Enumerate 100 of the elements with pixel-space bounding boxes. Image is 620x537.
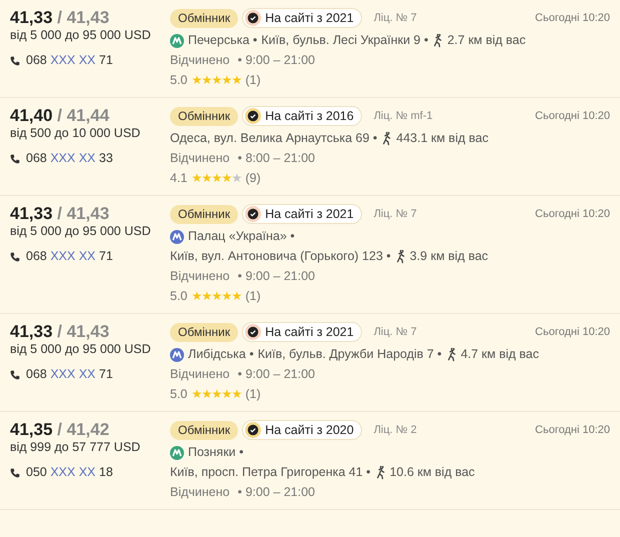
star-icon: ★ bbox=[201, 289, 212, 303]
star-icon: ★ bbox=[221, 289, 232, 303]
verified-tag: На сайті з 2021 bbox=[242, 322, 362, 342]
walking-person-icon bbox=[381, 132, 392, 146]
rating-value: 5.0 bbox=[170, 387, 188, 402]
open-status: Відчинено bbox=[170, 53, 230, 68]
amount-range: від 5 000 до 95 000 USD bbox=[10, 224, 152, 239]
update-time: Сьогодні 10:20 bbox=[535, 108, 610, 124]
opening-hours: • 9:00 – 21:00 bbox=[238, 367, 315, 382]
star-icon: ★ bbox=[191, 171, 202, 185]
walking-person-icon bbox=[432, 34, 444, 48]
star-icon: ★ bbox=[231, 171, 242, 185]
exchange-rate: 41,35 / 41,42 bbox=[10, 420, 110, 440]
phone-icon bbox=[10, 252, 20, 262]
phone-icon bbox=[10, 370, 20, 380]
check-icon bbox=[247, 110, 260, 122]
exchange-rate: 41,33 / 41,43 bbox=[10, 322, 110, 342]
verified-tag: На сайті з 2021 bbox=[242, 8, 362, 28]
star-icon: ★ bbox=[221, 387, 232, 401]
check-icon bbox=[247, 12, 260, 24]
check-icon bbox=[247, 326, 260, 338]
walking-person-icon bbox=[446, 348, 457, 362]
amount-range: від 500 до 10 000 USD bbox=[10, 126, 142, 141]
open-status: Відчинено bbox=[170, 367, 230, 382]
update-time: Сьогодні 10:20 bbox=[535, 324, 610, 340]
star-icon: ★ bbox=[221, 171, 232, 185]
star-icon: ★ bbox=[231, 73, 242, 87]
star-icon: ★ bbox=[221, 73, 232, 87]
type-tag: Обмінник bbox=[170, 106, 238, 126]
rating-value: 5.0 bbox=[170, 73, 188, 88]
walking-person-icon bbox=[394, 250, 406, 264]
review-count: (1) bbox=[245, 387, 261, 402]
type-tag: Обмінник bbox=[170, 420, 238, 440]
type-tag: Обмінник bbox=[170, 8, 238, 28]
address-text: Київ, просп. Петра Григоренка 41 • bbox=[170, 465, 371, 480]
phone-number: 068 XXX XX 71 bbox=[26, 53, 113, 68]
metro-station: Позняки • bbox=[188, 445, 244, 460]
walking-person-icon bbox=[374, 466, 386, 480]
exchange-rate: 41,33 / 41,43 bbox=[10, 204, 110, 224]
update-time: Сьогодні 10:20 bbox=[535, 422, 610, 438]
address-text: Київ, бульв. Дружби Народів 7 • bbox=[258, 347, 442, 362]
license-number: Ліц. № 2 bbox=[374, 422, 417, 438]
opening-hours: • 9:00 – 21:00 bbox=[238, 53, 315, 68]
opening-hours: • 9:00 – 21:00 bbox=[238, 269, 315, 284]
open-status: Відчинено bbox=[170, 485, 230, 500]
review-count: (1) bbox=[245, 289, 261, 304]
star-icon: ★ bbox=[201, 73, 212, 87]
metro-station: Либідська • bbox=[188, 347, 254, 362]
star-icon: ★ bbox=[211, 73, 222, 87]
phone-icon bbox=[10, 56, 20, 66]
metro-station: Палац «Україна» • bbox=[188, 229, 295, 244]
update-time: Сьогодні 10:20 bbox=[535, 206, 610, 222]
phone-icon bbox=[10, 154, 20, 164]
phone-number: 050 XXX XX 18 bbox=[26, 465, 113, 480]
rating-value: 4.1 bbox=[170, 171, 188, 186]
distance-text: 3.9 км від вас bbox=[410, 249, 488, 264]
exchange-rate: 41,40 / 41,44 bbox=[10, 106, 110, 126]
metro-station: Печерська • bbox=[188, 33, 258, 48]
star-icon: ★ bbox=[211, 289, 222, 303]
phone-number: 068 XXX XX 71 bbox=[26, 367, 113, 382]
distance-text: 2.7 км від вас bbox=[447, 33, 526, 48]
open-status: Відчинено bbox=[170, 269, 230, 284]
review-count: (9) bbox=[245, 171, 261, 186]
check-icon bbox=[247, 208, 260, 220]
star-icon: ★ bbox=[201, 387, 212, 401]
star-icon: ★ bbox=[191, 73, 202, 87]
exchange-rate: 41,33 / 41,43 bbox=[10, 8, 110, 28]
distance-text: 10.6 км від вас bbox=[390, 465, 475, 480]
license-number: Ліц. № 7 bbox=[374, 10, 417, 26]
check-icon bbox=[247, 424, 260, 436]
address-text: Київ, вул. Антоновича (Горького) 123 • bbox=[170, 249, 391, 264]
rating-value: 5.0 bbox=[170, 289, 188, 304]
verified-tag: На сайті з 2016 bbox=[242, 106, 362, 126]
star-icon: ★ bbox=[191, 289, 202, 303]
open-status: Відчинено bbox=[170, 151, 230, 166]
phone-number: 068 XXX XX 71 bbox=[26, 249, 113, 264]
address-text: Одеса, вул. Велика Арнаутська 69 • bbox=[170, 131, 378, 146]
update-time: Сьогодні 10:20 bbox=[535, 10, 610, 26]
star-icon: ★ bbox=[191, 387, 202, 401]
star-icon: ★ bbox=[211, 387, 222, 401]
distance-text: 443.1 км від вас bbox=[396, 131, 488, 146]
address-text: Київ, бульв. Лесі Українки 9 • bbox=[261, 33, 428, 48]
star-icon: ★ bbox=[231, 387, 242, 401]
verified-tag: На сайті з 2021 bbox=[242, 204, 362, 224]
amount-range: від 5 000 до 95 000 USD bbox=[10, 342, 152, 357]
opening-hours: • 8:00 – 21:00 bbox=[238, 151, 315, 166]
opening-hours: • 9:00 – 21:00 bbox=[238, 485, 315, 500]
license-number: Ліц. № mf-1 bbox=[374, 108, 433, 124]
license-number: Ліц. № 7 bbox=[374, 206, 417, 222]
star-icon: ★ bbox=[211, 171, 222, 185]
license-number: Ліц. № 7 bbox=[374, 324, 417, 340]
amount-range: від 5 000 до 95 000 USD bbox=[10, 28, 152, 43]
star-icon: ★ bbox=[201, 171, 212, 185]
type-tag: Обмінник bbox=[170, 204, 238, 224]
amount-range: від 999 до 57 777 USD bbox=[10, 440, 142, 455]
phone-number: 068 XXX XX 33 bbox=[26, 151, 113, 166]
star-icon: ★ bbox=[231, 289, 242, 303]
type-tag: Обмінник bbox=[170, 322, 238, 342]
review-count: (1) bbox=[245, 73, 261, 88]
verified-tag: На сайті з 2020 bbox=[242, 420, 362, 440]
